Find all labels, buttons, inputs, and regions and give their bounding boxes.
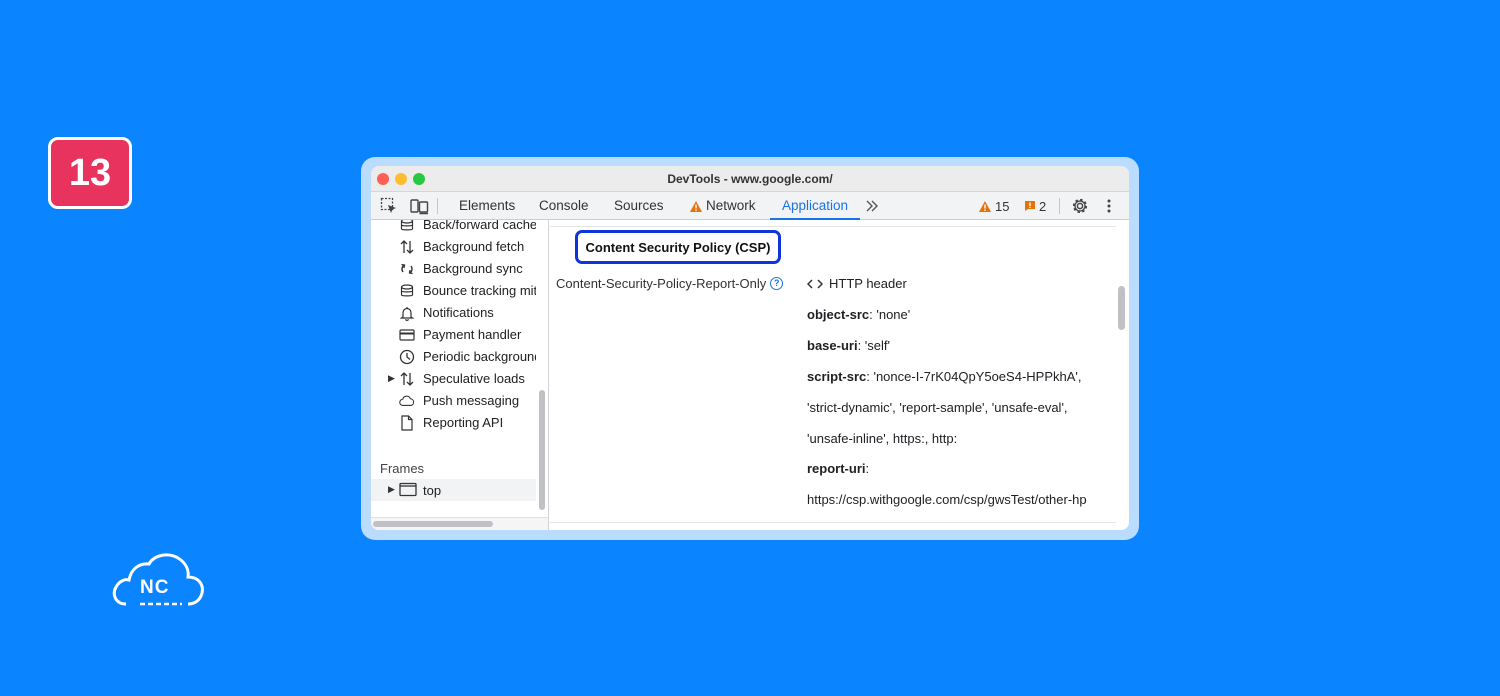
- more-tabs-chevron-icon[interactable]: [865, 192, 879, 220]
- directive-key: base-uri: [807, 338, 858, 353]
- logo-text: NC: [140, 577, 170, 598]
- card-icon: [399, 327, 415, 343]
- policy-source: HTTP header: [807, 276, 907, 291]
- cloud-icon: [399, 393, 415, 409]
- sidebar-item-background-fetch[interactable]: Background fetch: [371, 236, 536, 258]
- sidebar-item-bounce-tracking[interactable]: Bounce tracking mitigations: [371, 280, 536, 302]
- directive-key: report-uri: [807, 461, 866, 476]
- directive-value: : 'nonce-I-7rK04QpY5oeS4-HPPkhA',: [866, 369, 1082, 384]
- issues-counter[interactable]: 2: [1024, 192, 1046, 220]
- sidebar-item-label: Speculative loads: [423, 371, 525, 386]
- policy-name-label: Content-Security-Policy-Report-Only: [556, 276, 767, 291]
- tab-application[interactable]: Application: [770, 192, 861, 220]
- file-icon: [399, 415, 415, 431]
- directive-report-uri: report-uri:: [807, 461, 869, 476]
- sidebar-item-push-messaging[interactable]: Push messaging: [371, 390, 536, 412]
- inspect-element-icon[interactable]: [379, 196, 399, 216]
- nc-cloud-logo: NC: [112, 550, 206, 610]
- device-toolbar-icon[interactable]: [409, 196, 429, 216]
- divider: [550, 522, 1116, 523]
- sync-icon: [399, 261, 415, 277]
- sidebar-item-label: Reporting API: [423, 415, 504, 430]
- toolbar-separator: [437, 198, 438, 214]
- code-brackets-icon: [807, 278, 823, 289]
- title-bar: DevTools - www.google.com/: [371, 166, 1129, 192]
- issues-count: 2: [1039, 198, 1047, 214]
- issue-flag-icon: [1025, 201, 1035, 211]
- directive-value: : 'none': [869, 307, 911, 322]
- sidebar-item-payment-handler[interactable]: Payment handler: [371, 324, 536, 346]
- sidebar-item-label: Background fetch: [423, 239, 525, 254]
- scrollbar-thumb[interactable]: [373, 521, 493, 527]
- devtools-window: DevTools - www.google.com/ Elements Cons…: [371, 166, 1129, 530]
- sidebar-item-speculative-loads[interactable]: ▶ Speculative loads: [371, 368, 536, 390]
- main-vertical-scrollbar[interactable]: [1118, 286, 1125, 330]
- expand-triangle-icon[interactable]: ▶: [388, 373, 395, 384]
- step-badge: 13: [48, 137, 132, 209]
- warning-icon: [979, 200, 991, 212]
- directive-script-src: script-src: 'nonce-I-7rK04QpY5oeS4-HPPkh…: [807, 369, 1082, 384]
- application-sidebar: Back/forward cache Background fetch Back…: [371, 220, 549, 530]
- database-icon: [399, 220, 415, 233]
- report-uri-value: https://csp.withgoogle.com/csp/gwsTest/o…: [807, 492, 1087, 507]
- sidebar-horizontal-scrollbar[interactable]: [371, 517, 548, 530]
- sidebar-vertical-scrollbar[interactable]: [539, 390, 545, 510]
- sidebar-item-background-sync[interactable]: Background sync: [371, 258, 536, 280]
- sidebar-item-reporting-api[interactable]: Reporting API: [371, 412, 536, 434]
- devtools-toolbar: Elements Console Sources Network Applica…: [371, 192, 1129, 220]
- frames-heading: Frames: [380, 461, 425, 476]
- sidebar-item-label: Back/forward cache: [423, 220, 536, 232]
- arrows-updown-icon: [399, 371, 415, 387]
- divider: [550, 226, 1116, 227]
- directive-object-src: object-src: 'none': [807, 307, 910, 322]
- policy-header-name: Content-Security-Policy-Report-Only ?: [556, 276, 784, 291]
- expand-triangle-icon[interactable]: ▶: [388, 484, 395, 495]
- settings-gear-icon[interactable]: [1070, 196, 1090, 216]
- sidebar-item-notifications[interactable]: Notifications: [371, 302, 536, 324]
- csp-panel: Content Security Policy (CSP) Content-Se…: [550, 220, 1129, 530]
- sidebar-item-top-frame[interactable]: ▶ top: [371, 479, 536, 501]
- directive-colon: :: [865, 461, 870, 476]
- tab-elements[interactable]: Elements: [459, 192, 515, 220]
- sidebar-item-back-forward-cache[interactable]: Back/forward cache: [371, 220, 536, 236]
- sidebar-item-label: Push messaging: [423, 393, 520, 408]
- bell-icon: [399, 305, 415, 321]
- directive-key: script-src: [807, 369, 867, 384]
- csp-section-title: Content Security Policy (CSP): [575, 230, 781, 264]
- database-icon: [399, 283, 415, 299]
- window-title: DevTools - www.google.com/: [667, 172, 833, 186]
- sidebar-item-label: Periodic background sync: [423, 349, 536, 364]
- warnings-count: 15: [995, 198, 1010, 214]
- sidebar-item-periodic-background-sync[interactable]: Periodic background sync: [371, 346, 536, 368]
- toolbar-separator: [1059, 198, 1060, 214]
- more-options-kebab-icon[interactable]: [1102, 196, 1116, 216]
- directive-key: object-src: [807, 307, 870, 322]
- sidebar-item-label: Notifications: [423, 305, 494, 320]
- directive-script-src-cont: 'unsafe-inline', https:, http:: [807, 431, 958, 446]
- sidebar-item-label: top: [423, 483, 442, 498]
- tab-network[interactable]: Network: [689, 192, 756, 220]
- policy-source-label: HTTP header: [829, 276, 907, 291]
- sidebar-item-label: Payment handler: [423, 327, 522, 342]
- tab-sources[interactable]: Sources: [614, 192, 664, 220]
- tab-network-label: Network: [706, 198, 756, 213]
- directive-base-uri: base-uri: 'self': [807, 338, 890, 353]
- frame-window-icon: [399, 482, 417, 502]
- tab-console[interactable]: Console: [539, 192, 589, 220]
- sidebar-item-label: Bounce tracking mitigations: [423, 283, 536, 298]
- warning-icon: [690, 200, 702, 212]
- clock-icon: [399, 349, 415, 365]
- directive-value: : 'self': [857, 338, 890, 353]
- help-question-icon[interactable]: ?: [770, 277, 784, 290]
- directive-script-src-cont: 'strict-dynamic', 'report-sample', 'unsa…: [807, 400, 1068, 415]
- sidebar-item-label: Background sync: [423, 261, 523, 276]
- warnings-counter[interactable]: 15: [978, 192, 1009, 220]
- arrows-updown-icon: [399, 239, 415, 255]
